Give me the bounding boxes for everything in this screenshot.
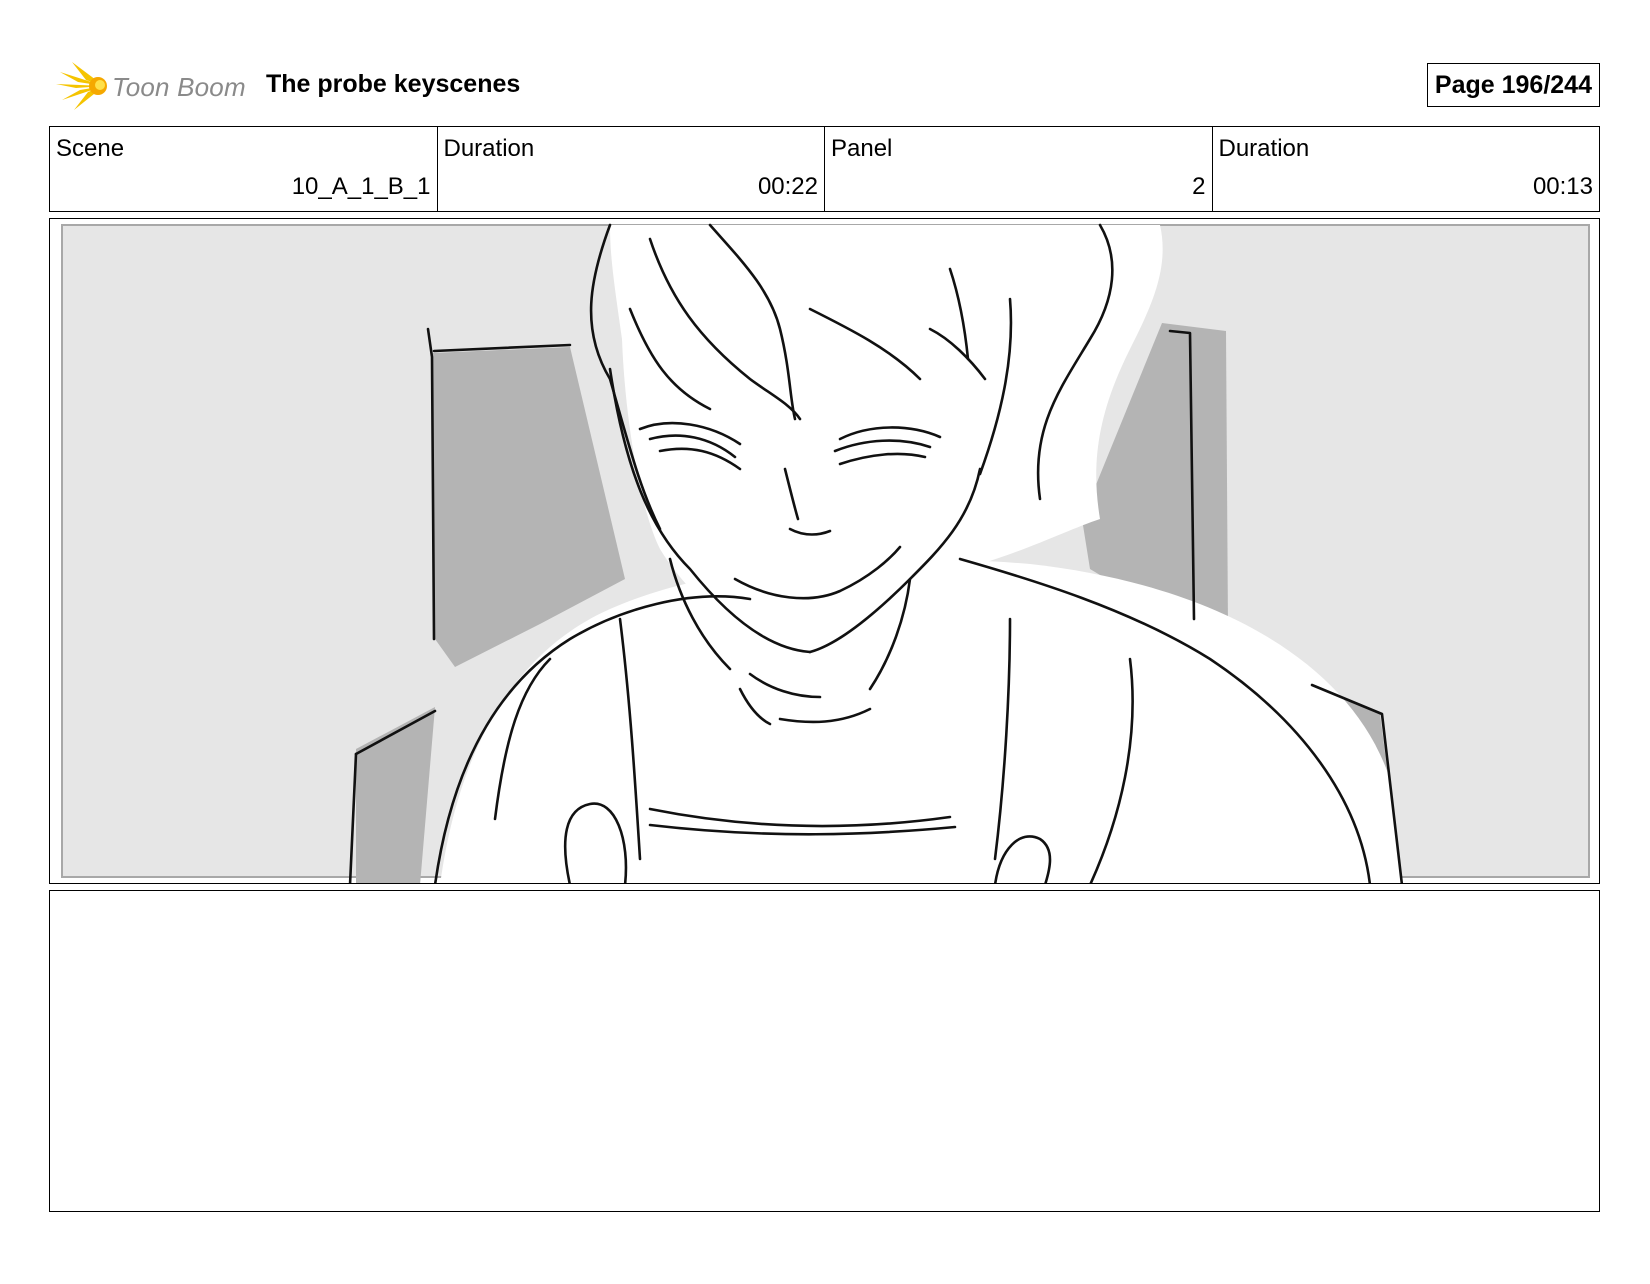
panel-duration-value: 00:13 (1532, 173, 1593, 200)
logo-text: Toon Boom (112, 72, 246, 102)
scene-value: 10_A_1_B_1 (291, 173, 431, 200)
storyboard-panel (49, 218, 1600, 884)
panel-duration-cell: Duration 00:13 (1213, 127, 1600, 211)
document-title: The probe keyscenes (266, 70, 521, 98)
scene-duration-cell: Duration 00:22 (438, 127, 825, 211)
logo-burst-icon (56, 62, 107, 110)
scene-info-table: Scene 10_A_1_B_1 Duration 00:22 Panel 2 … (49, 126, 1600, 212)
page-number: Page 196/244 (1426, 63, 1600, 107)
toon-boom-logo: Toon Boom (52, 58, 252, 114)
panel-value: 2 (1192, 173, 1206, 200)
page-header: Toon Boom The probe keyscenes Page 196/2… (48, 56, 1600, 116)
scene-duration-value: 00:22 (757, 173, 818, 200)
scene-duration-label: Duration (443, 135, 535, 162)
panel-duration-label: Duration (1218, 135, 1310, 162)
scene-label: Scene (56, 135, 125, 162)
panel-label: Panel (831, 135, 893, 162)
panel-cell: Panel 2 (825, 127, 1213, 211)
storyboard-sketch-smiling-character-icon (50, 219, 1599, 883)
panel-notes-box (49, 890, 1600, 1212)
scene-cell: Scene 10_A_1_B_1 (50, 127, 438, 211)
